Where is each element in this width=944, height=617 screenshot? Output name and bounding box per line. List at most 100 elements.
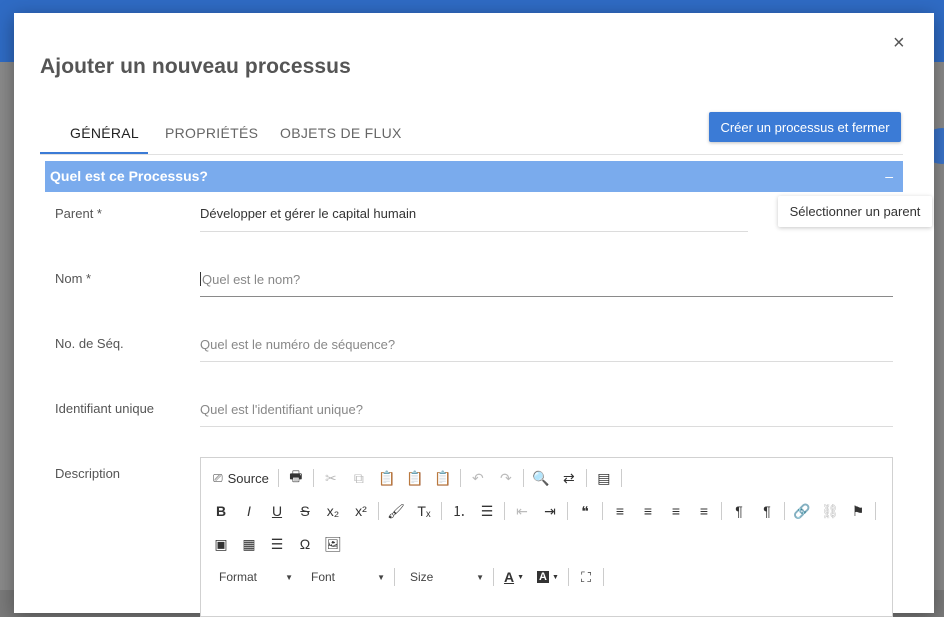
text-color-icon: A — [503, 569, 515, 585]
toolbar-separator — [784, 502, 785, 520]
copy-button[interactable]: ⧉ — [345, 466, 373, 490]
parent-field-underline — [200, 231, 748, 232]
cut-icon: ✂ — [324, 469, 337, 486]
source-button[interactable]: ⎚ Source — [207, 466, 275, 490]
align-justify-button[interactable]: ≡ — [690, 499, 718, 523]
select-all-button[interactable]: ▤ — [590, 466, 618, 490]
flash-button[interactable]: ▣ — [207, 532, 235, 556]
superscript-icon: x² — [355, 503, 367, 519]
maximize-button[interactable]: ⛶ — [572, 565, 600, 589]
editor-toolbar-row-1: ⎚ Source 🖶 ✂ ⧉ 📋 📋 📋 ↶ ↷ 🔍 ⇄ ▤ — [207, 465, 625, 491]
description-label: Description — [55, 466, 121, 481]
bulleted-list-button[interactable]: ☰ — [473, 499, 501, 523]
unlink-icon: ⛓ — [821, 502, 839, 519]
paste-word-icon: 📋 — [434, 469, 452, 486]
tab-general[interactable]: GÉNÉRAL — [70, 125, 139, 141]
strikethrough-button[interactable]: S — [291, 499, 319, 523]
align-justify-icon: ≡ — [699, 503, 709, 519]
text-rtl-icon: ¶ — [763, 503, 771, 519]
blockquote-button[interactable]: ❝ — [571, 499, 599, 523]
numbered-list-button[interactable]: ⒈ — [445, 499, 473, 523]
toolbar-separator — [441, 502, 442, 520]
special-char-button[interactable]: Ω — [291, 532, 319, 556]
italic-icon: I — [247, 503, 251, 519]
paste-text-button[interactable]: 📋 — [401, 466, 429, 490]
close-icon[interactable]: × — [893, 33, 905, 53]
underline-button[interactable]: U — [263, 499, 291, 523]
sequence-field-underline — [200, 361, 893, 362]
unlink-button[interactable]: ⛓ — [816, 499, 844, 523]
horizontal-line-button[interactable]: ☰ — [263, 532, 291, 556]
parent-value[interactable]: Développer et gérer le capital humain — [200, 206, 416, 221]
unique-id-input[interactable]: Quel est l'identifiant unique? — [200, 402, 363, 417]
chevron-down-icon: ▼ — [552, 573, 559, 581]
chevron-down-icon: ▼ — [285, 572, 293, 582]
chevron-down-icon: ▼ — [476, 572, 484, 582]
find-button[interactable]: 🔍 — [527, 466, 555, 490]
text-ltr-button[interactable]: ¶ — [725, 499, 753, 523]
remove-format-icon: Tₓ — [417, 503, 431, 519]
toolbar-separator — [568, 568, 569, 586]
source-icon: ⎚ — [213, 470, 223, 485]
toolbar-separator — [522, 469, 524, 487]
indent-button[interactable]: ⇥ — [536, 499, 564, 523]
print-button[interactable]: 🖶 — [282, 466, 310, 490]
editor-toolbar-row-3: ▣ ▦ ☰ Ω 🖼 — [207, 531, 347, 557]
undo-button[interactable]: ↶ — [464, 466, 492, 490]
anchor-button[interactable]: ⚑ — [844, 499, 872, 523]
section-header[interactable]: Quel est ce Processus? – — [45, 161, 903, 192]
background-color-button[interactable]: A ▼ — [531, 565, 565, 589]
cut-button[interactable]: ✂ — [317, 466, 345, 490]
toolbar-separator — [493, 568, 494, 586]
paste-word-button[interactable]: 📋 — [429, 466, 457, 490]
horizontal-line-icon: ☰ — [270, 535, 284, 552]
superscript-button[interactable]: x² — [347, 499, 375, 523]
text-color-button[interactable]: A ▼ — [497, 565, 531, 589]
bold-button[interactable]: B — [207, 499, 235, 523]
undo-icon: ↶ — [471, 469, 484, 486]
sequence-input[interactable]: Quel est le numéro de séquence? — [200, 337, 395, 352]
blockquote-icon: ❝ — [581, 502, 589, 519]
copy-format-button[interactable]: 🖌 — [382, 499, 410, 523]
chevron-down-icon: ▼ — [377, 572, 385, 582]
text-rtl-button[interactable]: ¶ — [753, 499, 781, 523]
special-char-icon: Ω — [299, 536, 311, 552]
tab-properties[interactable]: PROPRIÉTÉS — [165, 125, 258, 141]
paste-text-icon: 📋 — [406, 469, 424, 486]
create-process-and-close-button[interactable]: Créer un processus et fermer — [709, 112, 901, 142]
tab-flow-objects[interactable]: OBJETS DE FLUX — [280, 125, 402, 141]
align-center-button[interactable]: ≡ — [634, 499, 662, 523]
print-icon: 🖶 — [289, 468, 303, 484]
toolbar-separator — [875, 502, 876, 520]
bold-icon: B — [215, 503, 227, 519]
italic-button[interactable]: I — [235, 499, 263, 523]
subscript-icon: x₂ — [326, 503, 340, 519]
format-dropdown[interactable]: Format ▼ — [207, 566, 299, 588]
paste-icon: 📋 — [378, 469, 396, 486]
collapse-icon[interactable]: – — [885, 161, 893, 192]
name-input[interactable]: Quel est le nom? — [200, 272, 300, 287]
replace-button[interactable]: ⇄ — [555, 466, 583, 490]
outdent-button[interactable]: ⇤ — [508, 499, 536, 523]
toolbar-separator — [620, 469, 622, 487]
align-right-button[interactable]: ≡ — [662, 499, 690, 523]
paste-button[interactable]: 📋 — [373, 466, 401, 490]
redo-button[interactable]: ↷ — [492, 466, 520, 490]
table-button[interactable]: ▦ — [235, 532, 263, 556]
flash-icon: ▣ — [214, 535, 228, 552]
size-dropdown[interactable]: Size ▼ — [398, 566, 490, 588]
name-label: Nom * — [55, 271, 92, 286]
link-button[interactable]: 🔗 — [788, 499, 816, 523]
add-process-dialog: × Ajouter un nouveau processus GÉNÉRAL P… — [14, 13, 934, 617]
remove-format-button[interactable]: Tₓ — [410, 499, 438, 523]
font-dropdown[interactable]: Font ▼ — [299, 566, 391, 588]
subscript-button[interactable]: x₂ — [319, 499, 347, 523]
image-button[interactable]: 🖼 — [319, 532, 347, 556]
align-left-button[interactable]: ≡ — [606, 499, 634, 523]
select-parent-button[interactable]: Sélectionner un parent — [778, 196, 932, 227]
toolbar-separator — [567, 502, 568, 520]
toolbar-separator — [394, 568, 395, 586]
align-right-icon: ≡ — [671, 503, 681, 519]
unique-id-label: Identifiant unique — [55, 401, 155, 416]
name-field-underline — [200, 296, 893, 297]
